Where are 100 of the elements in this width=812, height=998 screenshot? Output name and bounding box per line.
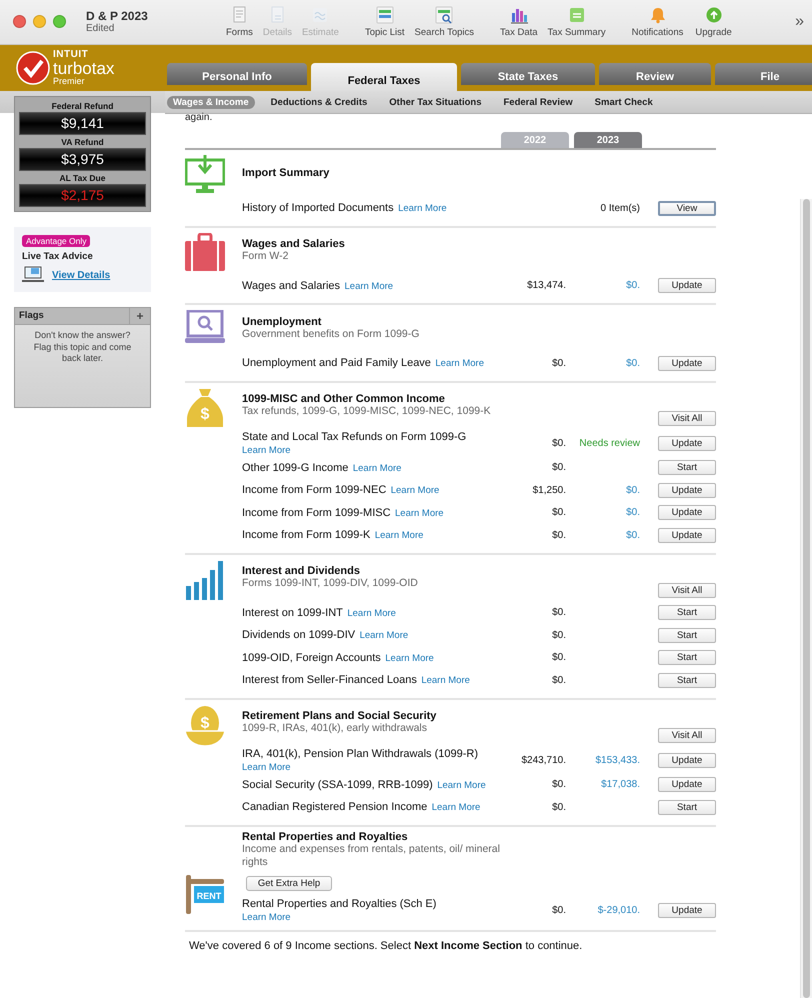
learn-more-link[interactable]: Learn More [347, 608, 396, 619]
topic-label: Canadian Registered Pension Income [242, 801, 428, 814]
topic-label: Dividends on 1099-DIV [242, 629, 356, 642]
year-tab[interactable]: 2023 [574, 132, 642, 148]
topic-label: Income from Form 1099-MISC [242, 506, 391, 519]
topic-label: Social Security (SSA-1099, RRB-1099) [242, 778, 433, 791]
topic-button[interactable]: View [658, 200, 716, 216]
topic-button[interactable]: Update [658, 528, 716, 543]
topic-label: State and Local Tax Refunds on Form 1099-G [242, 430, 466, 442]
visit-all-button[interactable]: Visit All [658, 582, 716, 598]
toolbar-button[interactable]: Upgrade [695, 6, 732, 38]
sub-tab[interactable]: Deductions & Credits [264, 96, 374, 108]
progress-message: We've covered 6 of 9 Income sections. Select Next Income Section to continue. [188, 938, 584, 952]
section-subtitle: 1099-R, IRAs, 401(k), early withdrawals [242, 722, 428, 735]
learn-more-link[interactable]: Learn More [352, 462, 402, 474]
learn-more-link[interactable]: Learn More [242, 762, 291, 772]
learn-more-link[interactable]: Learn More [398, 203, 447, 214]
add-flag-button[interactable]: + [129, 308, 150, 324]
topic-button[interactable]: Start [658, 800, 716, 815]
learn-more-link[interactable]: Learn More [390, 485, 440, 496]
topic-button[interactable]: Start [658, 605, 716, 620]
learn-more-link[interactable]: Learn More [344, 280, 394, 292]
refund-label: AL Tax Due [60, 173, 106, 183]
main-tab[interactable]: Personal Info [167, 63, 307, 85]
learn-more-link[interactable]: Learn More [437, 780, 486, 791]
toolbar-button[interactable]: Notifications [632, 6, 684, 38]
section-title: 1099-MISC and Other Common Income [242, 393, 446, 405]
learn-more-link[interactable]: Learn More [435, 358, 484, 370]
topic-button[interactable]: Update [658, 278, 716, 294]
section-title: Rental Properties and Royalties [242, 830, 409, 842]
prior-amount: $0. [551, 802, 566, 813]
topic-label: Wages and Salaries [242, 280, 340, 292]
topic-button[interactable]: Update [658, 356, 716, 371]
sub-tab[interactable]: Other Tax Situations [383, 96, 488, 108]
topic-button[interactable]: Start [658, 460, 716, 476]
learn-more-link[interactable]: Learn More [421, 675, 470, 686]
flags-title: Flags [18, 309, 45, 323]
window-subtitle: Edited [86, 23, 116, 34]
section-title: Wages and Salaries [242, 238, 346, 250]
prior-amount: $0. [551, 438, 566, 448]
learn-more-link[interactable]: Learn More [374, 530, 424, 542]
current-amount: $153,433. [594, 754, 640, 766]
current-amount: $17,038. [600, 779, 640, 790]
prior-amount: $0. [551, 674, 566, 686]
topic-label: Rental Properties and Royalties (Sch E) [242, 898, 436, 910]
main-tab[interactable]: File [715, 63, 812, 85]
main-tab[interactable]: Federal Taxes [311, 63, 457, 91]
visit-all-button[interactable]: Visit All [658, 728, 716, 742]
topic-button[interactable]: Update [658, 482, 716, 498]
prior-amount: $0. [551, 779, 566, 790]
view-details-link[interactable]: View Details [52, 270, 110, 280]
main-tab[interactable]: State Taxes [461, 63, 595, 85]
advantage-badge: Advantage Only [22, 235, 90, 247]
topic-button[interactable]: Update [658, 777, 716, 792]
learn-more-link[interactable]: Learn More [360, 630, 408, 642]
topic-button[interactable]: Start [658, 628, 716, 643]
topic-label: Interest from Seller-Financed Loans [242, 674, 417, 686]
learn-more-link[interactable]: Learn More [395, 508, 444, 519]
topic-button[interactable]: Update [658, 902, 716, 918]
current-amount: Needs review [578, 438, 640, 448]
main-tab[interactable]: Review [599, 63, 711, 85]
topic-label: Income from Form 1099-K [242, 529, 370, 542]
section-title: Import Summary [242, 167, 330, 179]
brand-product: turbotax [53, 60, 114, 77]
topic-label: Other 1099-G Income [242, 462, 348, 474]
section-title: Unemployment [242, 316, 322, 328]
toolbar-button[interactable]: Topic List [364, 6, 405, 38]
topic-button[interactable]: Update [658, 436, 716, 450]
window-title: D & P 2023 [86, 9, 149, 23]
prior-amount: $0. [551, 630, 566, 641]
current-amount: $0. [625, 280, 640, 292]
topic-label: IRA, 401(k), Pension Plan Withdrawals (1099-R) [242, 748, 478, 760]
visit-all-button[interactable]: Visit All [658, 410, 716, 426]
toolbar-overflow-button[interactable]: » [795, 13, 804, 31]
extra-help-button[interactable]: Get Extra Help [246, 876, 332, 890]
toolbar-button[interactable]: Tax Data [500, 6, 538, 38]
current-amount: $0. [625, 484, 640, 496]
learn-more-link[interactable]: Learn More [242, 912, 291, 922]
current-amount: $0. [625, 507, 640, 518]
refund-amount: $2,175 [19, 184, 146, 207]
refund-label: Federal Refund [52, 101, 114, 111]
prior-amount: $0. [551, 904, 566, 916]
advice-title: Live Tax Advice [22, 251, 94, 262]
refund-label: VA Refund [61, 137, 104, 147]
sub-tab[interactable]: Smart Check [588, 96, 659, 108]
learn-more-link[interactable]: Learn More [432, 802, 480, 814]
sub-tab[interactable]: Federal Review [497, 96, 579, 108]
topic-button[interactable]: Update [658, 752, 716, 768]
topic-button[interactable]: Start [658, 650, 716, 666]
toolbar-button[interactable]: Search Topics [414, 6, 474, 38]
topic-label: Unemployment and Paid Family Leave [242, 357, 431, 370]
toolbar-button[interactable]: Tax Summary [548, 6, 606, 38]
learn-more-link[interactable]: Learn More [385, 652, 434, 664]
toolbar-button[interactable]: Forms [226, 6, 253, 38]
learn-more-link[interactable]: Learn More [242, 444, 291, 456]
topic-button[interactable]: Start [658, 672, 716, 688]
topic-label: Income from Form 1099-NEC [242, 484, 386, 496]
prior-amount: $0. [551, 507, 566, 518]
topic-button[interactable]: Update [658, 505, 716, 520]
intro-text: again. [185, 114, 214, 122]
